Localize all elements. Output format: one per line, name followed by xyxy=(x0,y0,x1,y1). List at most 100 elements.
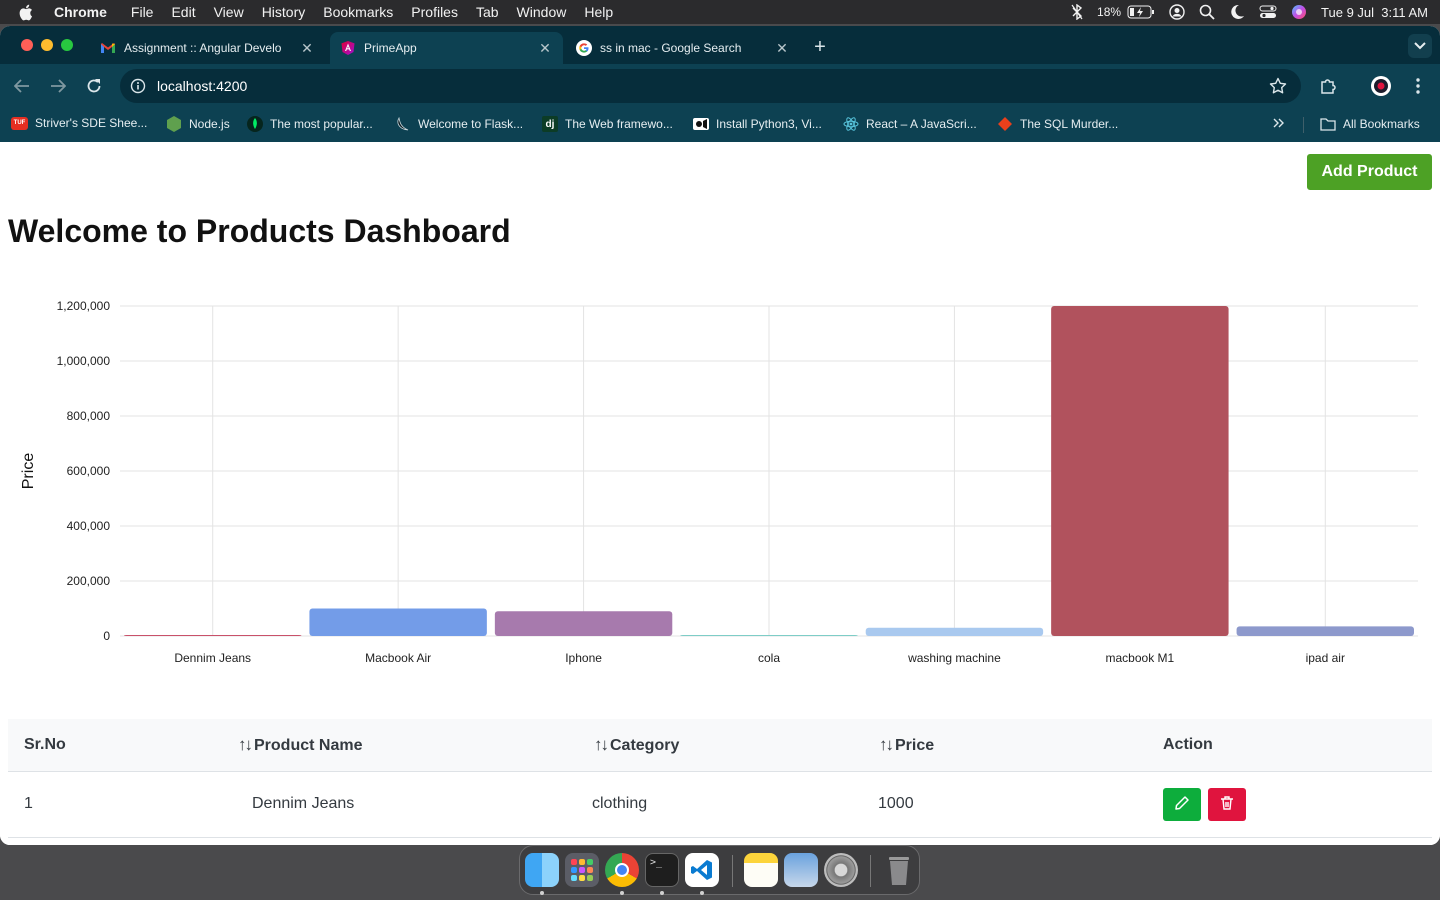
menu-tab[interactable]: Tab xyxy=(467,4,508,20)
bookmark-label: The Web framewo... xyxy=(565,117,673,131)
bookmark-item[interactable]: Install Python3, Vi... xyxy=(693,116,822,132)
new-tab-button[interactable]: + xyxy=(810,36,830,59)
bar xyxy=(1236,626,1414,636)
trash-icon xyxy=(1219,795,1235,814)
profile-avatar-icon[interactable] xyxy=(1369,74,1393,98)
cell-category: clothing xyxy=(578,771,863,838)
bookmark-item[interactable]: The SQL Murder... xyxy=(997,116,1118,132)
battery-icon[interactable] xyxy=(1127,5,1155,19)
bookmarks-divider xyxy=(1303,117,1304,133)
browser-menu-kebab-icon[interactable] xyxy=(1406,74,1430,98)
tab-google-search[interactable]: ss in mac - Google Search ✕ xyxy=(566,32,800,64)
column-header-srno: Sr.No xyxy=(8,719,222,772)
dock-separator xyxy=(732,855,733,887)
bookmark-item[interactable]: The most popular... xyxy=(247,116,373,132)
bookmark-label: The most popular... xyxy=(270,117,373,131)
minimize-window-button[interactable] xyxy=(41,39,53,51)
flask-icon xyxy=(395,116,411,132)
bookmark-item[interactable]: React – A JavaScri... xyxy=(843,116,977,132)
menu-window[interactable]: Window xyxy=(508,4,576,20)
nodejs-icon xyxy=(166,116,182,132)
finder-icon[interactable] xyxy=(525,853,559,887)
y-tick-label: 200,000 xyxy=(67,574,111,588)
tab-strip: Assignment :: Angular Develo ✕ PrimeApp … xyxy=(0,26,1440,64)
column-header-category[interactable]: ↑↓ Category xyxy=(578,719,863,772)
bookmark-item[interactable]: dj The Web framewo... xyxy=(542,116,673,132)
bookmark-item[interactable]: Welcome to Flask... xyxy=(395,116,523,132)
forward-arrow-icon[interactable] xyxy=(48,76,68,96)
sort-icon[interactable]: ↑↓ xyxy=(238,735,253,754)
column-header-price[interactable]: ↑↓ Price xyxy=(863,719,1147,772)
vscode-icon[interactable] xyxy=(685,853,719,887)
menu-view[interactable]: View xyxy=(205,4,253,20)
launchpad-icon[interactable] xyxy=(565,853,599,887)
notes-icon[interactable] xyxy=(744,853,778,887)
menu-bookmarks[interactable]: Bookmarks xyxy=(314,4,402,20)
close-window-button[interactable] xyxy=(21,39,33,51)
battery-percent: 18% xyxy=(1097,5,1122,19)
bar xyxy=(865,627,1044,636)
site-info-icon[interactable] xyxy=(130,78,146,94)
tab-assignment[interactable]: Assignment :: Angular Develo ✕ xyxy=(90,32,325,64)
y-tick-label: 0 xyxy=(103,629,110,643)
browser-window: Assignment :: Angular Develo ✕ PrimeApp … xyxy=(0,26,1440,845)
focus-moon-icon[interactable] xyxy=(1229,4,1245,20)
menu-help[interactable]: Help xyxy=(575,4,622,20)
bookmark-item[interactable]: TUF Striver's SDE Shee... xyxy=(11,116,147,130)
apple-icon[interactable] xyxy=(18,4,34,20)
bookmarks-overflow-chevron-icon[interactable] xyxy=(1273,117,1285,132)
menu-file[interactable]: File xyxy=(122,4,163,20)
terminal-icon[interactable]: >_ xyxy=(645,853,679,887)
control-center-icon[interactable] xyxy=(1259,5,1277,19)
cell-product-name: Dennim Jeans xyxy=(222,771,578,838)
all-bookmarks-button[interactable]: All Bookmarks xyxy=(1320,116,1420,132)
bookmark-item[interactable]: Node.js xyxy=(166,116,230,132)
add-product-button[interactable]: Add Product xyxy=(1307,154,1432,190)
macos-menu-bar: Chrome File Edit View History Bookmarks … xyxy=(0,0,1440,24)
bar xyxy=(494,611,673,636)
reload-icon[interactable] xyxy=(84,76,104,96)
user-account-icon[interactable] xyxy=(1169,4,1185,20)
url-text[interactable]: localhost:4200 xyxy=(157,78,247,94)
page-title: Welcome to Products Dashboard xyxy=(8,213,511,249)
chrome-icon[interactable] xyxy=(605,853,639,887)
close-tab-icon[interactable]: ✕ xyxy=(537,40,553,57)
address-bar[interactable]: localhost:4200 xyxy=(120,69,1301,103)
bar xyxy=(680,635,858,636)
bookmark-label: Node.js xyxy=(189,117,230,131)
column-header-product-name[interactable]: ↑↓ Product Name xyxy=(222,719,578,772)
browser-toolbar: localhost:4200 xyxy=(0,64,1440,108)
menu-profiles[interactable]: Profiles xyxy=(402,4,467,20)
delete-button[interactable] xyxy=(1208,787,1247,821)
menu-app-name[interactable]: Chrome xyxy=(54,4,116,20)
preview-icon[interactable] xyxy=(784,853,818,887)
x-tick-label: Iphone xyxy=(565,651,602,665)
video-icon xyxy=(693,116,709,132)
bluetooth-icon[interactable] xyxy=(1071,4,1083,20)
trash-bin-icon[interactable] xyxy=(882,853,916,887)
running-indicator xyxy=(700,891,704,895)
close-tab-icon[interactable]: ✕ xyxy=(299,40,315,57)
back-arrow-icon[interactable] xyxy=(12,76,32,96)
system-settings-icon[interactable] xyxy=(824,853,858,887)
edit-button[interactable] xyxy=(1163,787,1201,821)
close-tab-icon[interactable]: ✕ xyxy=(774,40,790,57)
menu-edit[interactable]: Edit xyxy=(162,4,204,20)
siri-icon[interactable] xyxy=(1291,4,1307,20)
table-row: 1 Dennim Jeans clothing 1000 xyxy=(8,771,1432,838)
sort-icon[interactable]: ↑↓ xyxy=(879,735,894,754)
extensions-puzzle-icon[interactable] xyxy=(1316,74,1340,98)
tab-search-dropdown-icon[interactable] xyxy=(1408,34,1432,58)
clock-datetime[interactable]: Tue 9 Jul 3:11 AM xyxy=(1321,5,1428,20)
tab-primeapp[interactable]: PrimeApp ✕ xyxy=(330,32,563,64)
zoom-window-button[interactable] xyxy=(61,39,73,51)
spotlight-search-icon[interactable] xyxy=(1199,4,1215,20)
all-bookmarks-label: All Bookmarks xyxy=(1343,117,1420,131)
x-tick-label: cola xyxy=(758,651,780,665)
django-icon: dj xyxy=(542,116,558,132)
menu-history[interactable]: History xyxy=(253,4,315,20)
x-tick-label: washing machine xyxy=(907,651,1001,665)
bookmark-star-icon[interactable] xyxy=(1269,77,1287,98)
y-tick-label: 1,200,000 xyxy=(57,299,111,313)
sort-icon[interactable]: ↑↓ xyxy=(594,735,609,754)
